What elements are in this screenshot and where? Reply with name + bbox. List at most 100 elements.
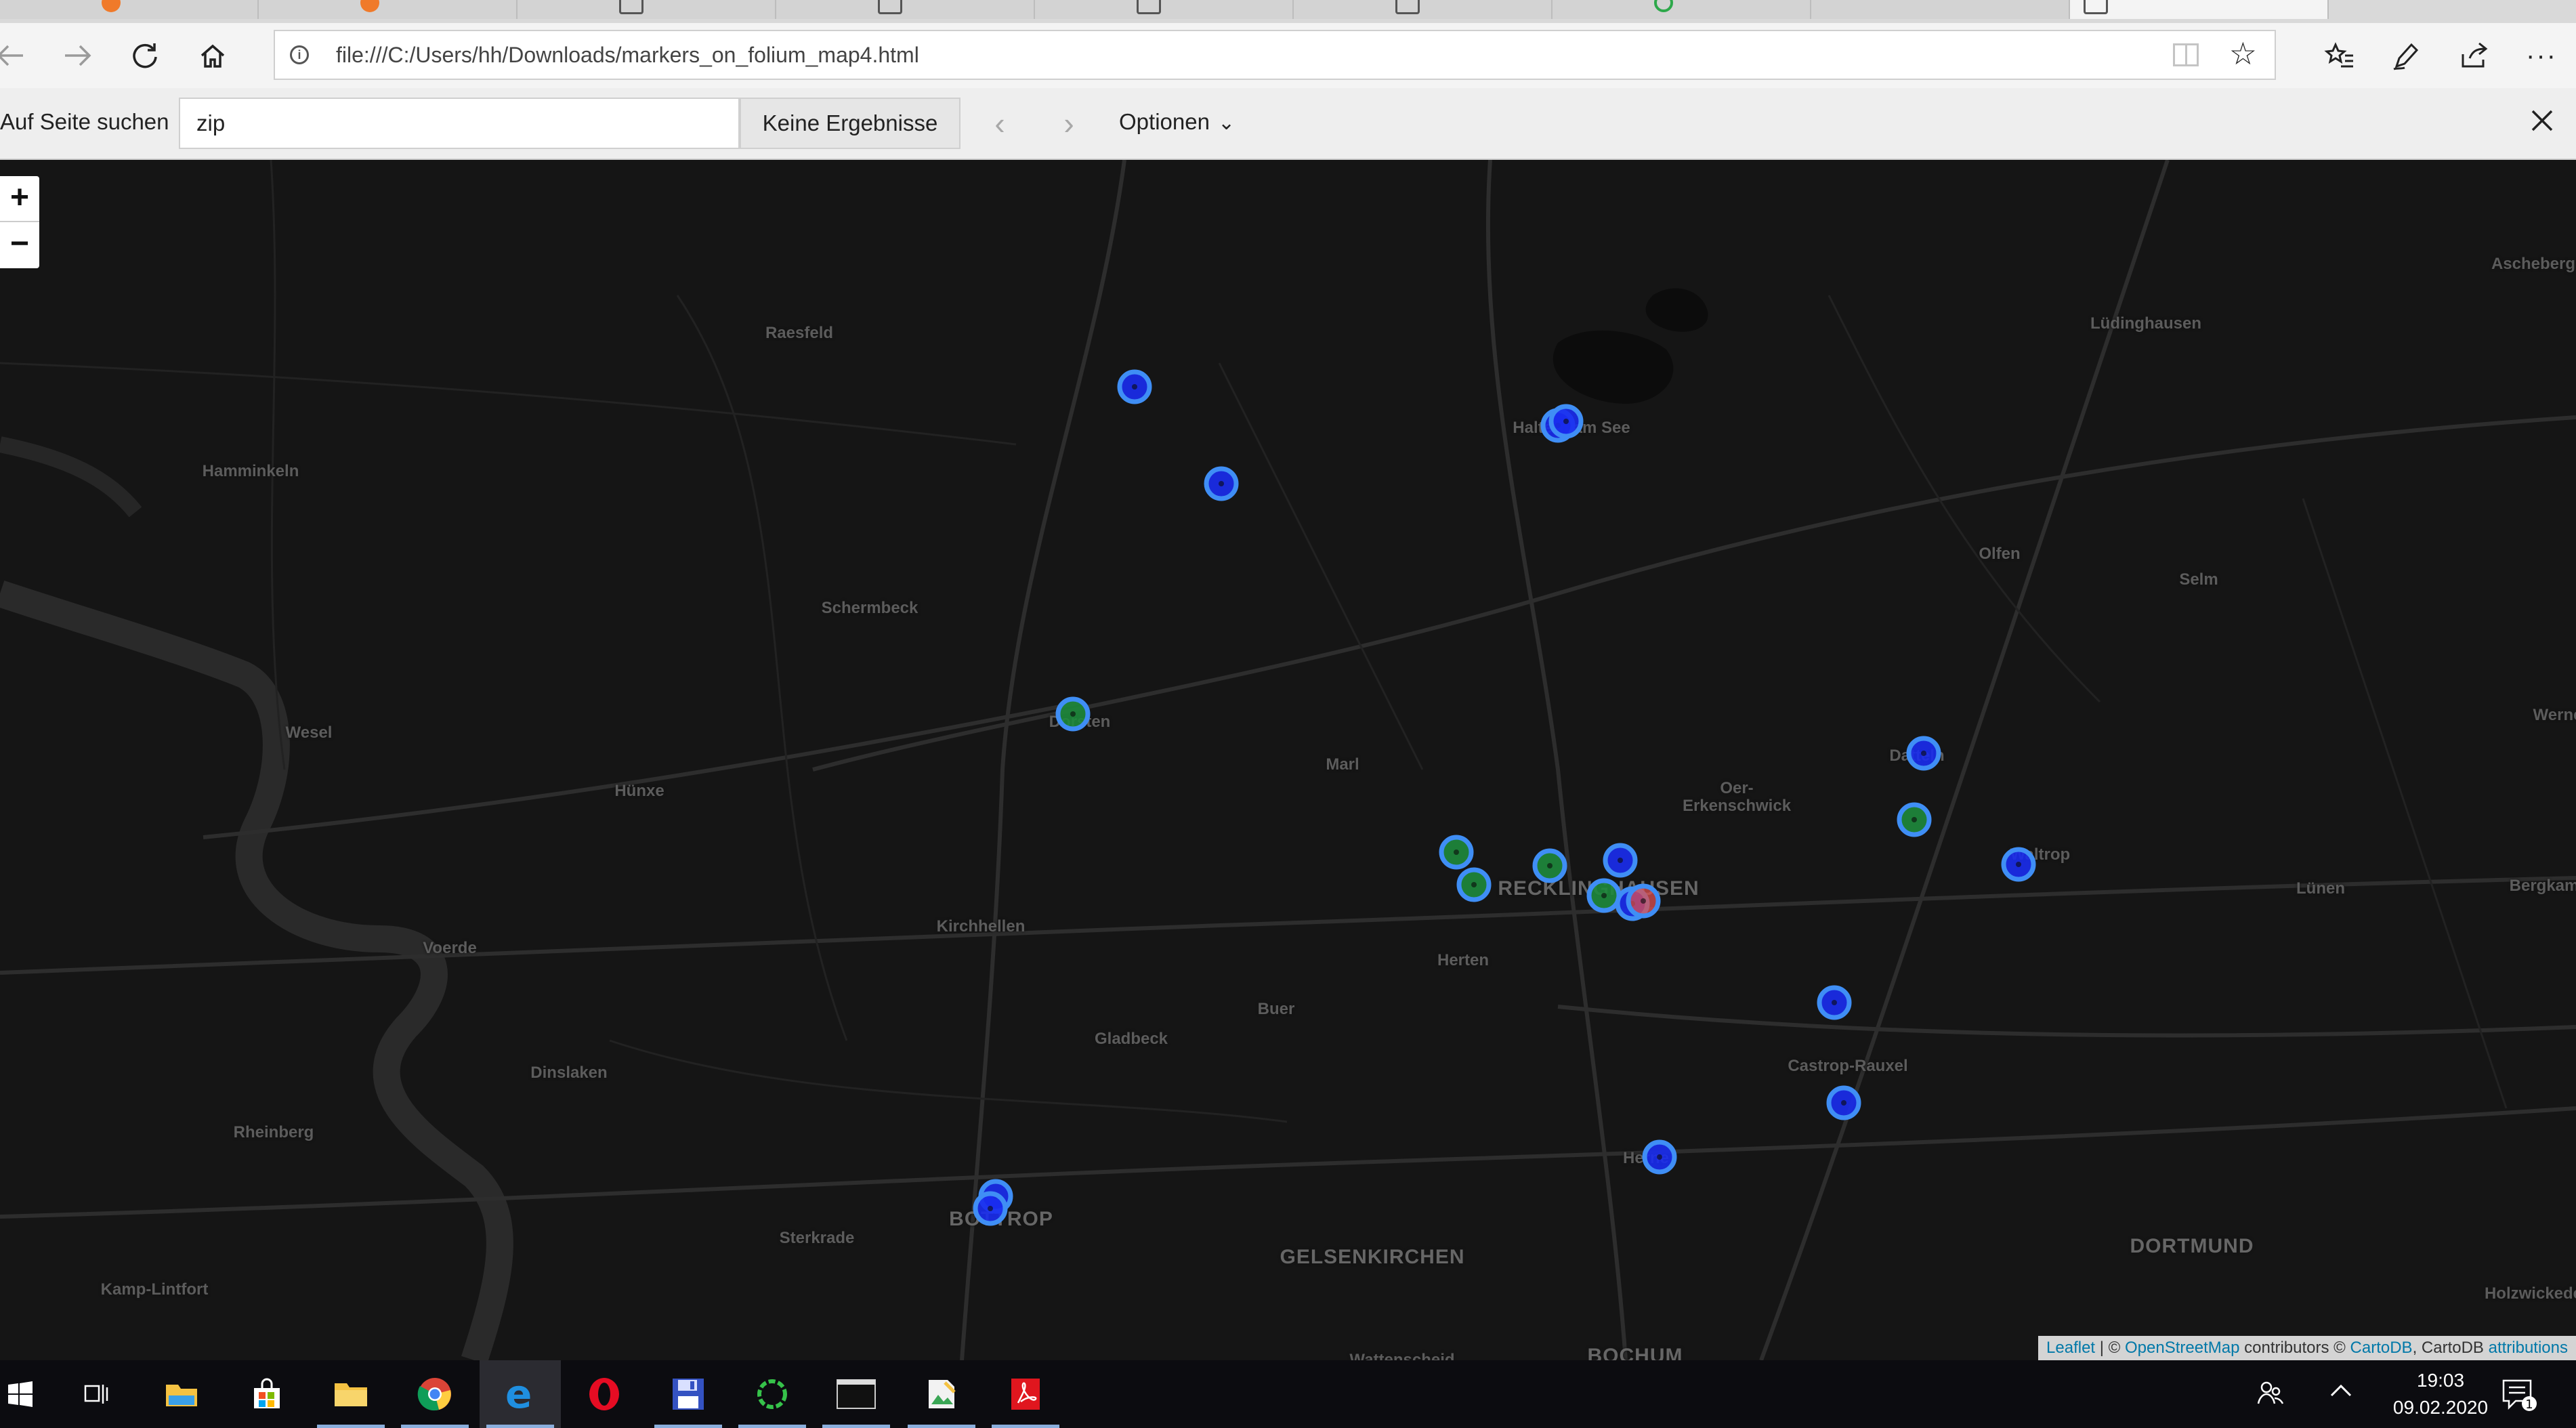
image-editor-taskbar-button[interactable]: [901, 1360, 982, 1428]
find-previous-button[interactable]: ‹: [979, 103, 1020, 144]
map-marker-blue[interactable]: [973, 1191, 1008, 1226]
favorites-button[interactable]: [2319, 35, 2360, 76]
terminal-icon: [837, 1379, 876, 1409]
clock[interactable]: 19:03 09.02.2020: [2380, 1367, 2501, 1421]
marker-center-dot: [1563, 419, 1569, 424]
refresh-button[interactable]: [125, 35, 165, 76]
map-marker-blue[interactable]: [1548, 404, 1584, 439]
page-icon: [1395, 0, 1420, 14]
map-marker-blue[interactable]: [2001, 847, 2036, 882]
more-button[interactable]: ···: [2521, 35, 2562, 76]
browser-tab[interactable]: [1553, 0, 1811, 19]
file-explorer-taskbar-button[interactable]: [141, 1360, 222, 1428]
pdf-taskbar-button[interactable]: [985, 1360, 1066, 1428]
page-icon: [619, 0, 643, 14]
forward-button[interactable]: [57, 35, 98, 76]
opera-taskbar-button[interactable]: [564, 1360, 645, 1428]
save-app-taskbar-button[interactable]: [648, 1360, 729, 1428]
map-marker-green[interactable]: [1532, 848, 1567, 883]
find-close-button[interactable]: [2522, 102, 2562, 142]
browser-tab[interactable]: [0, 0, 259, 19]
address-bar[interactable]: i file:///C:/Users/hh/Downloads/markers_…: [274, 30, 2276, 80]
start-button[interactable]: [0, 1360, 61, 1428]
map-marker-green[interactable]: [1055, 696, 1091, 732]
map-marker-green[interactable]: [1586, 878, 1622, 913]
task-view-icon: [84, 1385, 108, 1404]
image-editor-icon: [929, 1380, 956, 1408]
find-options-label: Optionen: [1119, 109, 1210, 134]
share-button[interactable]: [2453, 35, 2494, 76]
notification-icon: 1: [2502, 1379, 2537, 1412]
leaflet-link[interactable]: Leaflet: [2046, 1339, 2095, 1357]
find-input[interactable]: zip: [179, 98, 740, 149]
find-label: Auf Seite suchen: [0, 109, 169, 134]
attribution-text: contributors ©: [2239, 1339, 2350, 1357]
map-marker-green[interactable]: [1439, 835, 1474, 870]
start-icon: [8, 1381, 33, 1407]
map-marker-blue[interactable]: [1906, 736, 1941, 771]
reading-view-icon[interactable]: [2173, 43, 2199, 66]
map-attribution: Leaflet | © OpenStreetMap contributors ©…: [2038, 1336, 2576, 1360]
clock-date: 09.02.2020: [2392, 1397, 2489, 1418]
map-marker-blue[interactable]: [1603, 843, 1638, 878]
map-marker-blue[interactable]: [1204, 466, 1239, 501]
browser-tab[interactable]: [1294, 0, 1553, 19]
marker-center-dot: [1912, 817, 1917, 822]
home-icon: [200, 44, 225, 68]
browser-tab-active[interactable]: [2070, 0, 2329, 19]
loading-app-taskbar-button[interactable]: [732, 1360, 813, 1428]
url-text[interactable]: file:///C:/Users/hh/Downloads/markers_on…: [336, 31, 919, 79]
notes-button[interactable]: [2386, 35, 2426, 76]
marker-center-dot: [1832, 1000, 1837, 1005]
browser-tab[interactable]: [1811, 0, 2070, 19]
loading-ring-icon: [757, 1379, 787, 1409]
info-icon[interactable]: i: [290, 45, 309, 64]
page-icon: [878, 0, 902, 14]
svg-text:e: e: [505, 1375, 532, 1413]
folder-taskbar-button[interactable]: [310, 1360, 392, 1428]
cartodb-link[interactable]: CartoDB: [2350, 1339, 2413, 1357]
pen-icon: [2393, 43, 2419, 70]
task-view-button[interactable]: [57, 1360, 138, 1428]
marker-center-dot: [988, 1206, 993, 1211]
more-icon: ···: [2526, 40, 2557, 70]
find-next-button[interactable]: ›: [1049, 103, 1089, 144]
store-taskbar-button[interactable]: [226, 1360, 308, 1428]
arrow-right-icon: [65, 45, 91, 66]
find-options-button[interactable]: Optionen ⌄: [1119, 88, 1235, 157]
browser-tab[interactable]: [518, 0, 776, 19]
floppy-disk-icon: [673, 1379, 704, 1410]
close-icon: [2531, 110, 2553, 131]
people-button[interactable]: [2256, 1378, 2285, 1415]
browser-tab[interactable]: [259, 0, 518, 19]
people-icon: [2257, 1381, 2284, 1404]
attributions-link[interactable]: attributions: [2489, 1339, 2568, 1357]
openstreetmap-link[interactable]: OpenStreetMap: [2125, 1339, 2239, 1357]
map-marker-blue[interactable]: [1826, 1085, 1861, 1120]
edge-taskbar-button[interactable]: e: [480, 1360, 561, 1428]
map-marker-blue[interactable]: [1817, 985, 1852, 1020]
marker-center-dot: [1547, 863, 1553, 868]
map-marker-green[interactable]: [1897, 802, 1932, 837]
marker-center-dot: [1641, 898, 1646, 904]
map-canvas[interactable]: + − Raesfeld Hamminkeln Schermbeck Wesel…: [0, 160, 2576, 1360]
back-button[interactable]: [0, 35, 31, 76]
navigation-bar: i file:///C:/Users/hh/Downloads/markers_…: [0, 23, 2576, 88]
chrome-taskbar-button[interactable]: [394, 1360, 476, 1428]
chevron-down-icon: ⌄: [1217, 112, 1236, 134]
marker-center-dot: [1618, 858, 1623, 863]
browser-tab[interactable]: [776, 0, 1035, 19]
home-button[interactable]: [192, 35, 233, 76]
map-marker-red[interactable]: [1626, 883, 1661, 919]
favorite-star-icon[interactable]: ☆: [2229, 37, 2257, 70]
map-marker-blue[interactable]: [1642, 1139, 1677, 1175]
show-hidden-icons-button[interactable]: [2327, 1378, 2355, 1412]
action-center-button[interactable]: 1: [2501, 1378, 2539, 1419]
chevron-right-icon: ›: [1063, 106, 1074, 141]
terminal-taskbar-button[interactable]: [816, 1360, 897, 1428]
marker-center-dot: [1657, 1154, 1662, 1160]
map-marker-blue[interactable]: [1117, 369, 1152, 404]
map-marker-green[interactable]: [1456, 867, 1492, 902]
browser-tab[interactable]: [1035, 0, 1294, 19]
marker-center-dot: [1454, 849, 1459, 855]
